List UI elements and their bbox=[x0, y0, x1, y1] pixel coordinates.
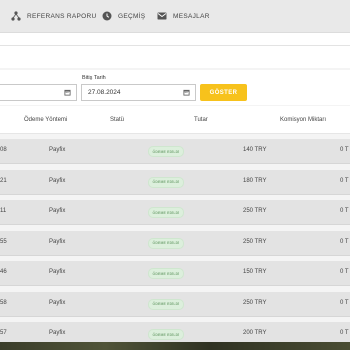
status-badge: ÖDEME EDİLDİ bbox=[148, 298, 184, 310]
start-date-input[interactable] bbox=[0, 84, 77, 101]
table-row[interactable]: 46 Payfix 150 TRY 0 T ÖDEME EDİLDİ bbox=[0, 261, 350, 286]
cell-commission: 0 T bbox=[340, 299, 349, 306]
mail-icon bbox=[157, 12, 167, 20]
nav-label-messages: MESAJLAR bbox=[173, 12, 210, 20]
top-navigation: REFERANS RAPORU GEÇMİŞ MESAJLAR bbox=[0, 0, 350, 33]
cell-id: 46 bbox=[0, 269, 7, 275]
header-status: Statü bbox=[110, 117, 125, 123]
cell-id: 21 bbox=[0, 177, 7, 184]
cell-payment-method: Payfix bbox=[49, 269, 66, 275]
calendar-icon[interactable] bbox=[183, 89, 190, 96]
show-button[interactable]: GÖSTER bbox=[200, 84, 247, 101]
cell-id: 55 bbox=[0, 238, 7, 245]
cell-amount: 150 TRY bbox=[243, 269, 267, 275]
status-badge: ÖDEME EDİLDİ bbox=[148, 268, 184, 279]
cell-amount: 250 TRY bbox=[243, 299, 267, 306]
cell-payment-method: Payfix bbox=[49, 238, 66, 245]
end-date-input[interactable]: 27.08.2024 bbox=[81, 84, 196, 101]
header-payment-method: Ödeme Yöntemi bbox=[24, 117, 68, 123]
cell-amount: 250 TRY bbox=[243, 208, 267, 214]
table-row[interactable]: 58 Payfix 250 TRY 0 T ÖDEME EDİLDİ bbox=[0, 291, 350, 317]
cell-amount: 250 TRY bbox=[243, 238, 267, 245]
status-badge: ÖDEME EDİLDİ bbox=[148, 207, 184, 218]
table-header: Ödeme Yöntemi Statü Tutar Komisyon Mikta… bbox=[0, 106, 350, 134]
header-band bbox=[0, 33, 350, 46]
status-badge: ÖDEME EDİLDİ bbox=[148, 329, 184, 340]
nav-item-history[interactable]: GEÇMİŞ bbox=[102, 10, 145, 22]
header-amount: Tutar bbox=[194, 117, 208, 123]
header-band-secondary bbox=[0, 46, 350, 68]
network-icon bbox=[11, 11, 21, 21]
table-row[interactable]: 11 Payfix 250 TRY 0 T ÖDEME EDİLDİ bbox=[0, 200, 350, 225]
cell-payment-method: Payfix bbox=[49, 208, 66, 214]
header-commission: Komisyon Miktarı bbox=[280, 117, 327, 123]
cell-payment-method: Payfix bbox=[49, 177, 66, 184]
history-icon bbox=[102, 11, 112, 21]
cell-commission: 0 T bbox=[340, 238, 349, 245]
nav-label-history: GEÇMİŞ bbox=[118, 12, 146, 20]
cell-commission: 0 T bbox=[340, 208, 349, 214]
end-date-value: 27.08.2024 bbox=[88, 89, 121, 96]
table-row[interactable]: 08 Payfix 140 TRY 0 T ÖDEME EDİLDİ bbox=[0, 139, 350, 164]
cell-amount: 180 TRY bbox=[243, 177, 267, 184]
cell-commission: 0 T bbox=[340, 330, 349, 336]
cell-payment-method: Payfix bbox=[49, 147, 66, 153]
page: REFERANS RAPORU GEÇMİŞ MESAJLAR Bitiş Ta… bbox=[0, 0, 350, 350]
table-row[interactable]: 55 Payfix 250 TRY 0 T ÖDEME EDİLDİ bbox=[0, 230, 350, 256]
nav-item-messages[interactable]: MESAJLAR bbox=[157, 10, 210, 22]
cell-payment-method: Payfix bbox=[49, 330, 66, 336]
cell-id: 58 bbox=[0, 299, 7, 306]
cell-id: 57 bbox=[0, 330, 7, 336]
cell-commission: 0 T bbox=[340, 269, 349, 275]
calendar-icon[interactable] bbox=[64, 89, 71, 96]
cell-id: 08 bbox=[0, 147, 7, 153]
filter-bar: Bitiş Tarih 27.08.2024 bbox=[0, 70, 350, 105]
nav-item-referral-report[interactable]: REFERANS RAPORU bbox=[11, 10, 97, 22]
status-badge: ÖDEME EDİLDİ bbox=[148, 237, 184, 249]
cell-commission: 0 T bbox=[340, 177, 349, 184]
cell-amount: 200 TRY bbox=[243, 330, 267, 336]
cell-commission: 0 T bbox=[340, 147, 349, 153]
cell-id: 11 bbox=[0, 208, 7, 214]
table-row[interactable]: 21 Payfix 180 TRY 0 T ÖDEME EDİLDİ bbox=[0, 169, 350, 195]
nav-label-referral-report: REFERANS RAPORU bbox=[27, 12, 97, 20]
status-badge: ÖDEME EDİLDİ bbox=[148, 146, 184, 157]
status-badge: ÖDEME EDİLDİ bbox=[148, 176, 184, 188]
end-date-label: Bitiş Tarih bbox=[82, 75, 106, 81]
cell-amount: 140 TRY bbox=[243, 147, 267, 153]
cell-payment-method: Payfix bbox=[49, 299, 66, 306]
background-strip bbox=[0, 342, 350, 350]
